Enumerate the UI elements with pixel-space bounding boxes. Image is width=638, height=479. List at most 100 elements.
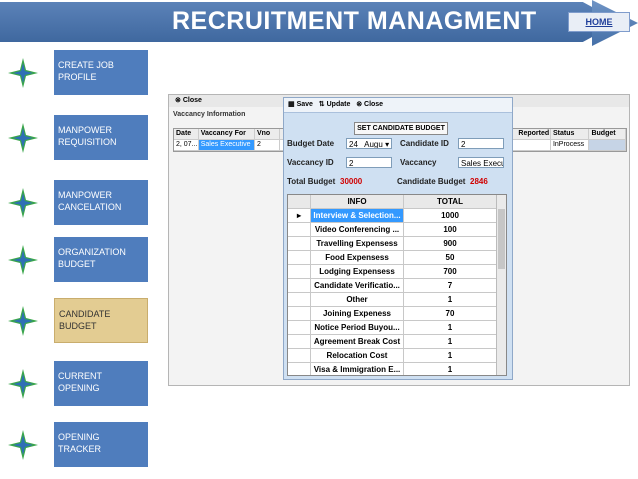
candidate-budget-label: Candidate Budget <box>397 177 466 186</box>
close-icon[interactable]: ⊗ <box>356 101 362 108</box>
cell-total[interactable]: 100 <box>404 223 497 236</box>
vaccancy-field[interactable]: Sales Execu <box>458 157 504 168</box>
table-row[interactable]: Other 1 <box>288 293 506 307</box>
column-header[interactable]: Vaccancy For <box>199 129 255 139</box>
nav-label[interactable]: CURRENT OPENING <box>54 361 148 406</box>
table-row[interactable]: ▸ Interview & Selection... 1000 <box>288 209 506 223</box>
table-row[interactable]: Notice Period Buyou... 1 <box>288 321 506 335</box>
cell-info[interactable]: Lodging Expensess <box>311 265 404 278</box>
home-link[interactable]: HOME <box>568 12 630 32</box>
nav-label[interactable]: CANDIDATE BUDGET <box>54 298 148 343</box>
table-row[interactable]: Video Conferencing ... 100 <box>288 223 506 237</box>
date-day: 24 <box>349 140 358 149</box>
table-row[interactable]: Joining Expeness 70 <box>288 307 506 321</box>
budget-info-grid: INFO TOTAL ▸ Interview & Selection... 1000… <box>287 194 507 376</box>
nav-item-manpower-requisition[interactable]: MANPOWER REQUISITION <box>0 115 150 160</box>
cell-info[interactable]: Joining Expeness <box>311 307 404 320</box>
nav-item-current-opening[interactable]: CURRENT OPENING <box>0 361 150 406</box>
table-row[interactable]: Lodging Expensess 700 <box>288 265 506 279</box>
scrollbar-thumb[interactable] <box>498 209 505 269</box>
sparkle-icon <box>8 306 38 336</box>
sparkle-icon <box>8 369 38 399</box>
column-header[interactable]: Vno <box>255 129 280 139</box>
table-row[interactable]: Candidate Verificatio... 7 <box>288 279 506 293</box>
cell-total[interactable]: 1 <box>404 321 497 334</box>
table-row[interactable]: Travelling Expensess 900 <box>288 237 506 251</box>
table-row[interactable]: Agreement Break Cost 1 <box>288 335 506 349</box>
cell-info[interactable]: Travelling Expensess <box>311 237 404 250</box>
cell-total[interactable]: 7 <box>404 279 497 292</box>
cell-budget[interactable] <box>589 140 626 150</box>
vaccancy-label: Vaccancy <box>400 158 437 167</box>
cell-total[interactable]: 700 <box>404 265 497 278</box>
cell-info[interactable]: Visa & Immigration E... <box>311 363 404 375</box>
nav-label[interactable]: ORGANIZATION BUDGET <box>54 237 148 282</box>
vaccancy-id-field[interactable]: 2 <box>346 157 392 168</box>
grid-header-row: INFO TOTAL <box>288 195 506 209</box>
save-button[interactable]: Save <box>297 101 313 108</box>
cell-info[interactable]: Notice Period Buyou... <box>311 321 404 334</box>
cell-info[interactable]: Candidate Verificatio... <box>311 279 404 292</box>
page-title: RECRUITMENT MANAGMENT <box>172 7 537 35</box>
nav-label[interactable]: CREATE JOB PROFILE <box>54 50 148 95</box>
window-toolbar: ▦ Save ⇅ Update ⊗ Close <box>284 98 512 113</box>
sparkle-icon <box>8 430 38 460</box>
cell-vaccancy-for: Sales Executive <box>198 140 255 150</box>
cell-reported <box>516 140 551 150</box>
nav-item-create-job-profile[interactable]: CREATE JOB PROFILE <box>0 50 150 95</box>
budget-date-picker[interactable]: 24 Augu ▾ <box>346 138 392 149</box>
close-button[interactable]: Close <box>364 101 383 108</box>
column-header[interactable]: Reported <box>516 129 551 139</box>
cell-total[interactable]: 1 <box>404 293 497 306</box>
nav-item-manpower-cancelation[interactable]: MANPOWER CANCELATION <box>0 180 150 225</box>
cell-info[interactable]: Food Expensess <box>311 251 404 264</box>
cell-total[interactable]: 70 <box>404 307 497 320</box>
total-budget-value: 30000 <box>340 177 363 186</box>
cell-info[interactable]: Agreement Break Cost <box>311 335 404 348</box>
sparkle-icon <box>8 123 38 153</box>
cell-info[interactable]: Relocation Cost <box>311 349 404 362</box>
close-button[interactable]: Close <box>183 97 202 104</box>
update-button[interactable]: Update <box>327 101 351 108</box>
cell-total[interactable]: 1 <box>404 335 497 348</box>
cell-status: InProcess <box>551 140 590 150</box>
nav-label[interactable]: MANPOWER CANCELATION <box>54 180 148 225</box>
date-month: Augu <box>364 140 383 149</box>
table-row[interactable]: Visa & Immigration E... 1 <box>288 363 506 375</box>
cell-info[interactable]: Other <box>311 293 404 306</box>
sparkle-icon <box>8 188 38 218</box>
cell-info[interactable]: Interview & Selection... <box>311 209 404 222</box>
cell-total[interactable]: 900 <box>404 237 497 250</box>
candidate-id-field[interactable]: 2 <box>458 138 504 149</box>
nav-item-opening-tracker[interactable]: OPENING TRACKER <box>0 422 150 467</box>
sparkle-icon <box>8 245 38 275</box>
cell-total[interactable]: 1 <box>404 349 497 362</box>
cell-total[interactable]: 50 <box>404 251 497 264</box>
column-header[interactable]: TOTAL <box>404 195 497 208</box>
nav-label[interactable]: OPENING TRACKER <box>54 422 148 467</box>
close-icon[interactable]: ⊗ <box>175 97 181 104</box>
column-header[interactable]: Budget <box>589 129 626 139</box>
total-budget-label: Total Budget <box>287 177 336 186</box>
save-icon[interactable]: ▦ <box>288 101 295 108</box>
cell-total[interactable]: 1000 <box>404 209 497 222</box>
candidate-budget-window: ▦ Save ⇅ Update ⊗ Close SET CANDIDATE BU… <box>283 97 513 380</box>
column-header[interactable]: Status <box>551 129 590 139</box>
table-row[interactable]: Food Expensess 50 <box>288 251 506 265</box>
section-label: Vaccancy Information <box>173 111 246 118</box>
cell-info[interactable]: Video Conferencing ... <box>311 223 404 236</box>
row-header-corner <box>288 195 311 208</box>
cell-vno: 2 <box>255 140 280 150</box>
cell-total[interactable]: 1 <box>404 363 497 375</box>
column-header[interactable]: Date <box>174 129 199 139</box>
nav-label[interactable]: MANPOWER REQUISITION <box>54 115 148 160</box>
update-icon[interactable]: ⇅ <box>319 101 325 108</box>
table-row[interactable]: Relocation Cost 1 <box>288 349 506 363</box>
budget-date-label: Budget Date <box>287 139 335 148</box>
nav-item-organization-budget[interactable]: ORGANIZATION BUDGET <box>0 237 150 282</box>
chevron-down-icon[interactable]: ▾ <box>385 140 389 148</box>
nav-item-candidate-budget[interactable]: CANDIDATE BUDGET <box>0 298 150 343</box>
vertical-scrollbar[interactable] <box>496 195 506 375</box>
cell-date: 2, 07... <box>176 140 199 150</box>
column-header[interactable]: INFO <box>311 195 404 208</box>
